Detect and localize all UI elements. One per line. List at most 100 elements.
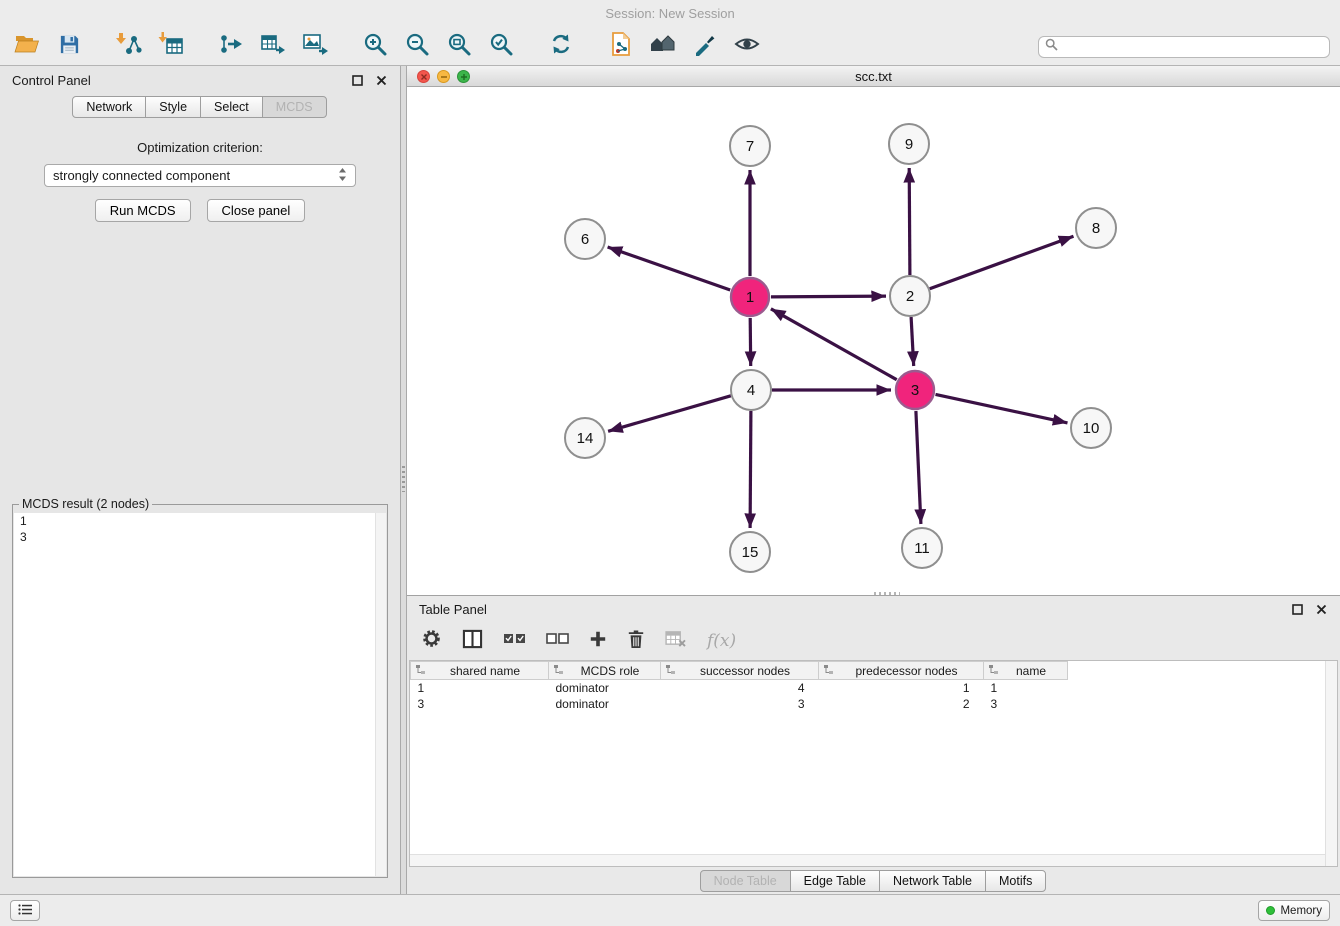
- zoom-selected-button[interactable]: [484, 32, 518, 62]
- search-box[interactable]: [1038, 36, 1330, 58]
- open-session-button[interactable]: [10, 32, 44, 62]
- tab-select[interactable]: Select: [200, 96, 263, 118]
- column-header-shared-name[interactable]: shared name: [411, 662, 549, 680]
- close-window-icon[interactable]: [417, 70, 430, 83]
- import-network-button[interactable]: [112, 32, 146, 62]
- graph-edge-1-4[interactable]: [750, 318, 751, 366]
- float-table-panel-icon[interactable]: [1290, 602, 1304, 616]
- delete-column-button[interactable]: [627, 629, 645, 654]
- tab-motifs[interactable]: Motifs: [985, 870, 1046, 892]
- table-cell[interactable]: 2: [819, 696, 984, 712]
- graph-node-14[interactable]: 14: [565, 418, 605, 458]
- graph-node-4[interactable]: 4: [731, 370, 771, 410]
- graph-node-2[interactable]: 2: [890, 276, 930, 316]
- graph-node-10[interactable]: 10: [1071, 408, 1111, 448]
- style-button[interactable]: [688, 32, 722, 62]
- horizontal-splitter-handle[interactable]: [874, 592, 900, 595]
- show-columns-button[interactable]: [462, 629, 483, 654]
- close-panel-icon[interactable]: [374, 73, 388, 87]
- refresh-button[interactable]: [544, 32, 578, 62]
- table-settings-button[interactable]: [421, 628, 442, 654]
- zoom-fit-button[interactable]: [442, 32, 476, 62]
- close-table-panel-icon[interactable]: [1314, 602, 1328, 616]
- table-cell[interactable]: 1: [819, 680, 984, 696]
- toggle-visibility-button[interactable]: [730, 32, 764, 62]
- tab-node-table[interactable]: Node Table: [700, 870, 791, 892]
- table-cell[interactable]: 3: [984, 696, 1068, 712]
- panel-splitter[interactable]: [400, 66, 407, 894]
- tab-mcds[interactable]: MCDS: [262, 96, 327, 118]
- delete-table-button[interactable]: [665, 630, 687, 652]
- zoom-in-button[interactable]: [358, 32, 392, 62]
- column-header-successor-nodes[interactable]: successor nodes: [661, 662, 819, 680]
- tab-network-table[interactable]: Network Table: [879, 870, 986, 892]
- table-cell[interactable]: 3: [411, 696, 549, 712]
- tab-edge-table[interactable]: Edge Table: [790, 870, 880, 892]
- attribute-table: shared nameMCDS rolesuccessor nodesprede…: [410, 661, 1068, 712]
- graph-edge-4-14[interactable]: [608, 396, 731, 432]
- show-panel-list-button[interactable]: [10, 900, 40, 921]
- graph-node-7[interactable]: 7: [730, 126, 770, 166]
- create-column-button[interactable]: [589, 630, 607, 653]
- table-cell[interactable]: 1: [984, 680, 1068, 696]
- graph-edge-2-8[interactable]: [930, 236, 1074, 289]
- function-builder-button[interactable]: f(x): [707, 631, 736, 651]
- search-input[interactable]: [1063, 38, 1323, 56]
- close-panel-button[interactable]: Close panel: [207, 199, 306, 222]
- export-table-button[interactable]: [256, 32, 290, 62]
- column-header-mcds-role[interactable]: MCDS role: [549, 662, 661, 680]
- graph-edge-3-10[interactable]: [936, 394, 1068, 423]
- table-cell[interactable]: dominator: [549, 696, 661, 712]
- network-canvas[interactable]: 7 9 6 8 1 2 4 3 14 10 15 11: [407, 87, 1340, 595]
- result-scrollbar[interactable]: [375, 513, 386, 876]
- table-vertical-scrollbar[interactable]: [1325, 661, 1337, 866]
- graph-node-9[interactable]: 9: [889, 124, 929, 164]
- node-table: shared nameMCDS rolesuccessor nodesprede…: [409, 660, 1338, 867]
- table-horizontal-scrollbar[interactable]: [410, 854, 1325, 866]
- first-neighbors-button[interactable]: [646, 32, 680, 62]
- graph-edge-3-11[interactable]: [916, 411, 921, 524]
- graph-edge-4-15[interactable]: [750, 411, 751, 528]
- graph-node-8[interactable]: 8: [1076, 208, 1116, 248]
- table-cell[interactable]: 4: [661, 680, 819, 696]
- graph-edge-2-9[interactable]: [909, 168, 910, 275]
- float-panel-icon[interactable]: [350, 73, 364, 87]
- run-mcds-button[interactable]: Run MCDS: [95, 199, 191, 222]
- table-cell[interactable]: 3: [661, 696, 819, 712]
- table-cell[interactable]: dominator: [549, 680, 661, 696]
- minimize-window-icon[interactable]: [437, 70, 450, 83]
- column-header-predecessor-nodes[interactable]: predecessor nodes: [819, 662, 984, 680]
- memory-button[interactable]: Memory: [1258, 900, 1330, 921]
- graph-node-15[interactable]: 15: [730, 532, 770, 572]
- column-header-name[interactable]: name: [984, 662, 1068, 680]
- zoom-out-button[interactable]: [400, 32, 434, 62]
- graph-node-label: 3: [911, 382, 919, 399]
- import-table-button[interactable]: [154, 32, 188, 62]
- network-window-title: scc.txt: [855, 69, 892, 84]
- export-image-button[interactable]: [298, 32, 332, 62]
- graph-edge-1-2[interactable]: [771, 296, 886, 297]
- mcds-result-list[interactable]: 1 3: [14, 513, 386, 876]
- graph-node-3[interactable]: 3: [896, 371, 934, 409]
- graph-node-1[interactable]: 1: [731, 278, 769, 316]
- select-all-columns-button[interactable]: [503, 631, 526, 651]
- unselect-all-columns-button[interactable]: [546, 631, 569, 651]
- optimization-criterion-select[interactable]: strongly connected component: [44, 164, 356, 187]
- save-session-button[interactable]: [52, 32, 86, 62]
- graph-edge-1-6[interactable]: [608, 247, 731, 290]
- tab-style[interactable]: Style: [145, 96, 201, 118]
- network-window-titlebar[interactable]: scc.txt: [407, 66, 1340, 87]
- window-titlebar[interactable]: Session: New Session: [0, 0, 1340, 28]
- table-row[interactable]: 1dominator411: [411, 680, 1068, 696]
- export-network-button[interactable]: [214, 32, 248, 62]
- tab-network[interactable]: Network: [72, 96, 146, 118]
- table-row[interactable]: 3dominator323: [411, 696, 1068, 712]
- graph-node-6[interactable]: 6: [565, 219, 605, 259]
- graph-edge-2-3[interactable]: [911, 317, 914, 366]
- table-cell[interactable]: 1: [411, 680, 549, 696]
- memory-label: Memory: [1280, 905, 1322, 917]
- maximize-window-icon[interactable]: [457, 70, 470, 83]
- network-file-button[interactable]: [604, 32, 638, 62]
- graph-node-11[interactable]: 11: [902, 528, 942, 568]
- graph-edge-3-1[interactable]: [771, 309, 897, 380]
